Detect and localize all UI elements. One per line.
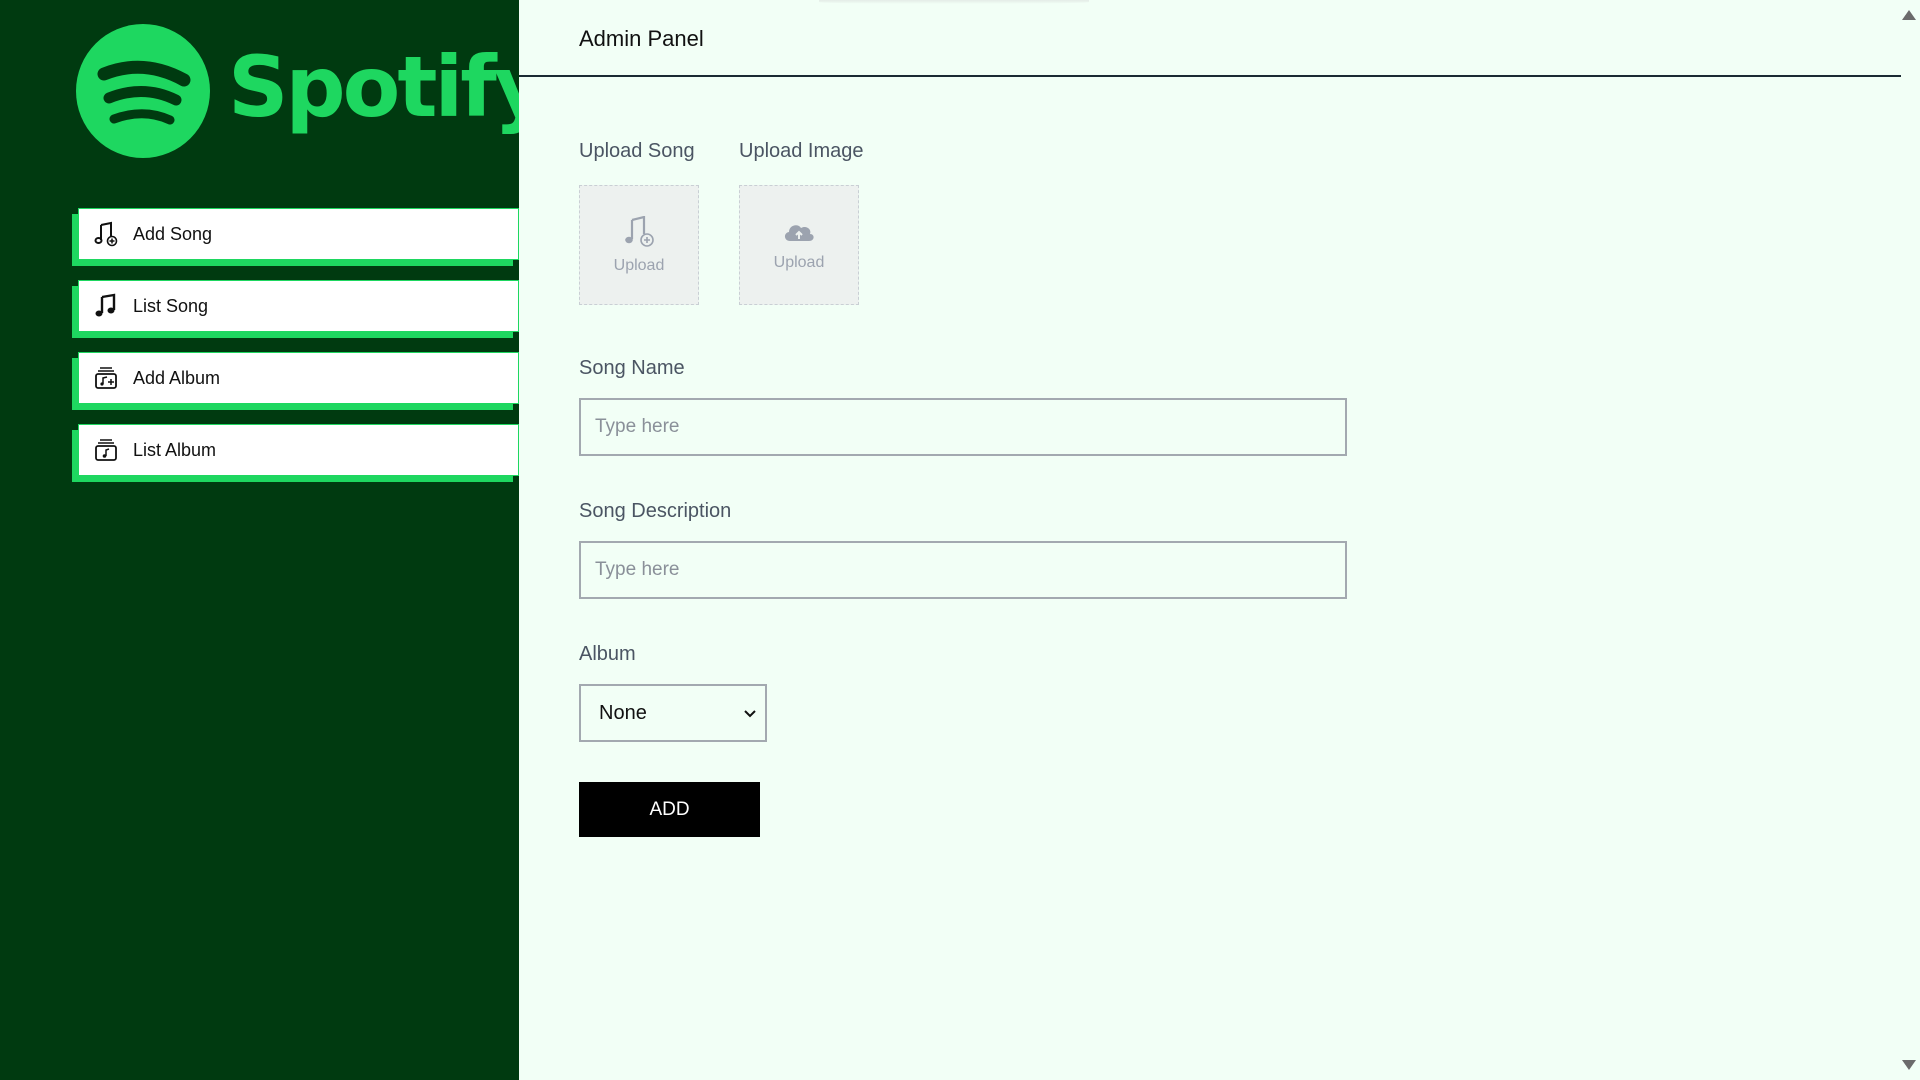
sidebar-item-list-album[interactable]: List Album — [78, 424, 519, 476]
album-label: Album — [579, 643, 636, 665]
sidebar-item-list-song[interactable]: List Song — [78, 280, 519, 332]
song-name-field-group: Song Name — [579, 357, 1379, 456]
sidebar-item-add-album[interactable]: Add Album — [78, 352, 519, 404]
upload-row: Upload Song Upload Upload Image Upload — [579, 140, 1379, 305]
music-add-icon — [622, 215, 656, 253]
upload-song-group: Upload Song Upload — [579, 140, 699, 305]
add-album-icon — [93, 365, 119, 391]
topbar: Admin Panel — [519, 0, 1901, 77]
song-description-input[interactable] — [579, 541, 1347, 599]
sidebar-item-label: List Album — [133, 439, 217, 460]
main-content: Admin Panel Upload Song Upload Upload Im… — [519, 0, 1920, 1080]
chevron-down-icon — [743, 706, 757, 724]
song-description-label: Song Description — [579, 500, 732, 522]
album-select-value: None — [599, 701, 647, 724]
song-name-label: Song Name — [579, 357, 685, 379]
upload-image-text: Upload — [773, 253, 825, 271]
album-icon — [93, 437, 119, 463]
sidebar-item-add-song[interactable]: Add Song — [78, 208, 519, 260]
sidebar-item-label: List Song — [133, 295, 209, 316]
spotify-logo[interactable]: Spotify ® — [76, 24, 560, 158]
upload-image-group: Upload Image Upload — [739, 140, 864, 305]
song-description-field-group: Song Description — [579, 500, 1379, 599]
upload-song-button[interactable]: Upload — [579, 185, 699, 305]
music-note-icon — [93, 293, 119, 319]
spotify-wordmark: Spotify — [228, 38, 549, 136]
scroll-down-arrow-icon[interactable] — [1902, 1060, 1916, 1070]
upload-image-label: Upload Image — [739, 140, 864, 162]
spotify-logo-icon — [76, 24, 210, 158]
cloud-upload-icon — [781, 219, 817, 250]
add-button[interactable]: ADD — [579, 782, 760, 837]
album-field-group: Album None — [579, 643, 1379, 742]
upload-song-text: Upload — [613, 256, 665, 274]
sidebar-nav: Add Song List Song Add Album List Album — [72, 208, 519, 496]
sidebar-item-label: Add Album — [133, 367, 221, 388]
scroll-up-arrow-icon[interactable] — [1902, 10, 1916, 20]
sidebar-item-label: Add Song — [133, 223, 213, 244]
add-song-icon — [93, 221, 119, 247]
upload-song-label: Upload Song — [579, 140, 695, 162]
song-name-input[interactable] — [579, 398, 1347, 456]
upload-image-button[interactable]: Upload — [739, 185, 859, 305]
album-select[interactable]: None — [579, 684, 767, 742]
page-title: Admin Panel — [579, 26, 704, 51]
sidebar: Spotify ® Add Song — [0, 0, 560, 1080]
add-song-form: Upload Song Upload Upload Image Upload S… — [579, 140, 1379, 837]
app: Spotify ® Add Song — [0, 0, 1920, 1080]
